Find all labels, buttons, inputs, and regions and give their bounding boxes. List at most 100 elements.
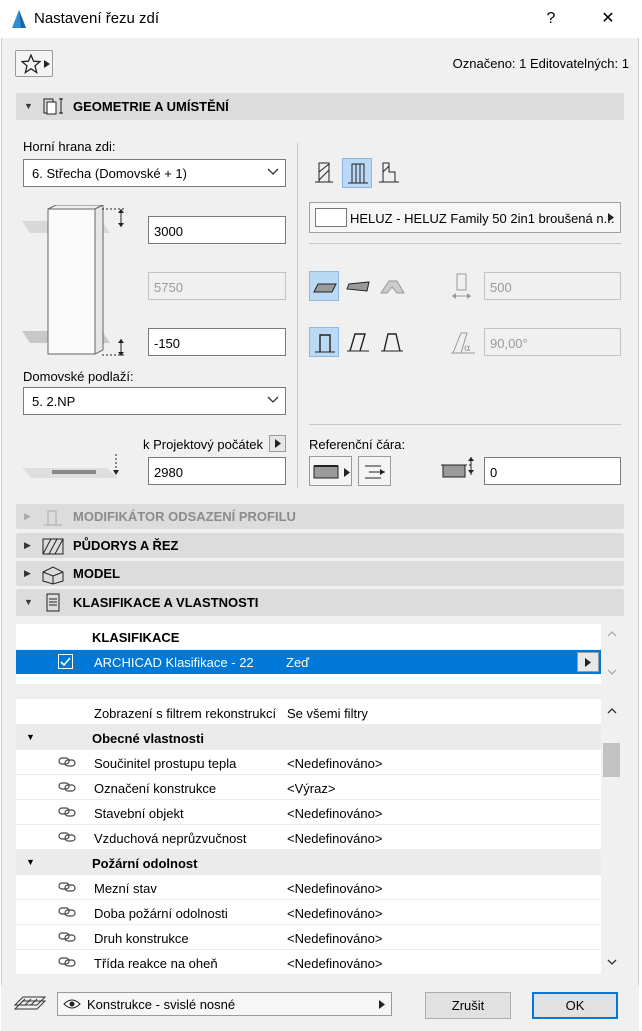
project-zero-icon — [22, 454, 119, 478]
vertical-separator — [297, 143, 298, 488]
double-slanted-wall-button[interactable] — [377, 327, 407, 357]
property-row[interactable]: Druh konstrukce <Nedefinováno> — [16, 925, 601, 950]
chevron-up-icon — [607, 708, 617, 714]
chevron-up-icon — [607, 631, 617, 637]
property-group-general[interactable]: ▼ Obecné vlastnosti — [16, 725, 601, 750]
link-icon — [58, 907, 76, 917]
window-title: Nastavení řezu zdí — [34, 10, 160, 27]
property-row[interactable]: Stavební objekt <Nedefinováno> — [16, 800, 601, 825]
triangle-down-icon: ▼ — [24, 101, 33, 111]
chevron-down-icon — [267, 168, 279, 175]
section-title: GEOMETRIE A UMÍSTĚNÍ — [73, 99, 229, 114]
triangle-right-icon — [608, 213, 614, 222]
angle-icon: α — [451, 332, 475, 354]
polygonal-wall-icon — [380, 280, 405, 294]
eye-icon — [63, 999, 81, 1009]
properties-scrollbar[interactable] — [602, 699, 621, 975]
layer-select[interactable]: Konstrukce - svislé nosné — [57, 992, 392, 1016]
property-row[interactable]: Součinitel prostupu tepla <Nedefinováno> — [16, 750, 601, 775]
basic-structure-button[interactable] — [310, 158, 340, 188]
straight-wall-button[interactable] — [309, 271, 339, 301]
section-classification-properties[interactable]: ▼ KLASIFIKACE A VLASTNOSTI — [16, 589, 624, 616]
ok-button[interactable]: OK — [532, 992, 618, 1019]
profile-wall-icon — [379, 162, 399, 183]
classification-header-row: KLASIFIKACE — [16, 624, 601, 649]
chevron-down-icon — [267, 396, 279, 403]
classification-checkbox[interactable] — [58, 654, 73, 669]
chevron-down-icon — [607, 959, 617, 965]
vertical-wall-icon — [315, 334, 335, 353]
reference-level-button[interactable] — [269, 435, 286, 452]
help-button[interactable]: ? — [540, 8, 562, 30]
link-icon — [58, 832, 76, 842]
triangle-right-icon: ▶ — [24, 568, 31, 578]
layers-icon — [13, 996, 47, 1010]
thickness-input: 500 — [484, 272, 621, 300]
top-link-label: Horní hrana zdi: — [23, 139, 116, 154]
triangle-right-icon — [344, 468, 350, 477]
trapezoid-wall-button[interactable] — [343, 271, 373, 301]
composite-structure-button[interactable] — [342, 158, 372, 188]
property-row[interactable]: Označení konstrukce <Výraz> — [16, 775, 601, 800]
trapezoid-wall-icon — [346, 281, 370, 292]
scrollbar-thumb[interactable] — [603, 743, 620, 777]
triangle-right-icon: ▶ — [24, 511, 31, 521]
property-group-fire[interactable]: ▼ Požární odolnost — [16, 850, 601, 875]
slanted-wall-button[interactable] — [343, 327, 373, 357]
close-button[interactable]: ✕ — [597, 8, 619, 30]
triangle-right-icon — [379, 1000, 385, 1009]
triangle-down-icon: ▼ — [26, 732, 35, 742]
floor-plan-icon — [42, 538, 64, 555]
classification-row[interactable]: ARCHICAD Klasifikace - 22 Zeď — [16, 650, 601, 674]
bottom-offset-input[interactable]: -150 — [148, 328, 286, 356]
section-floor-plan-section[interactable]: ▶ PŮDORYS A ŘEZ — [16, 533, 624, 558]
triangle-right-icon: ▶ — [24, 540, 31, 550]
link-icon — [58, 932, 76, 942]
svg-text:α: α — [464, 343, 471, 354]
home-story-label: Domovské podlaží: — [23, 369, 134, 384]
title-bar: Nastavení řezu zdí ? ✕ — [0, 0, 642, 38]
profile-structure-button[interactable] — [374, 158, 404, 188]
geometry-icon — [43, 98, 63, 115]
home-story-select[interactable]: 5. 2.NP — [23, 387, 286, 415]
cancel-button[interactable]: Zrušit — [425, 992, 511, 1019]
double-slanted-wall-icon — [381, 333, 403, 352]
reference-offset-input[interactable]: 0 — [484, 457, 621, 485]
flip-icon — [365, 465, 385, 479]
filter-row[interactable]: Zobrazení s filtrem rekonstrukcí Se všem… — [16, 700, 601, 725]
wall-height-diagram — [22, 205, 126, 356]
favorites-button[interactable] — [15, 50, 53, 77]
reference-line-location-button[interactable] — [309, 456, 352, 486]
project-zero-input[interactable]: 2980 — [148, 457, 286, 485]
separator — [309, 243, 621, 244]
section-geometry[interactable]: ▼ GEOMETRIE A UMÍSTĚNÍ — [16, 93, 624, 120]
top-link-select[interactable]: 6. Střecha (Domovské + 1) — [23, 159, 286, 187]
property-row[interactable]: Třída reakce na oheň <Nedefinováno> — [16, 950, 601, 975]
link-icon — [58, 757, 76, 767]
material-select[interactable]: HELUZ - HELUZ Family 50 2in1 broušená n.… — [309, 202, 621, 233]
property-row[interactable]: Vzduchová neprůzvučnost <Nedefinováno> — [16, 825, 601, 850]
material-swatch — [315, 208, 347, 227]
property-row[interactable]: Doba požární odolnosti <Nedefinováno> — [16, 900, 601, 925]
wall-height-top-input[interactable]: 3000 — [148, 216, 286, 244]
wall-total-height-input: 5750 — [148, 272, 286, 300]
link-icon — [58, 957, 76, 967]
profile-modifier-icon — [44, 510, 62, 526]
triangle-down-icon: ▼ — [24, 597, 33, 607]
chevron-down-icon — [607, 669, 617, 675]
classification-popup-button[interactable] — [577, 652, 599, 672]
section-model[interactable]: ▶ MODEL — [16, 561, 624, 586]
classification-spacer — [16, 674, 601, 684]
link-icon — [58, 782, 76, 792]
basic-wall-icon — [315, 162, 333, 183]
model-icon — [42, 566, 64, 585]
classification-scrollbar[interactable] — [602, 624, 621, 684]
flip-reference-line-button[interactable] — [358, 456, 391, 486]
composite-wall-icon — [348, 163, 368, 184]
property-row[interactable]: Mezní stav <Nedefinováno> — [16, 875, 601, 900]
vertical-wall-button[interactable] — [309, 327, 339, 357]
archicad-app-icon — [12, 10, 26, 28]
polygonal-wall-button[interactable] — [377, 271, 407, 301]
checkmark-icon — [60, 657, 71, 667]
triangle-right-icon — [275, 439, 281, 448]
